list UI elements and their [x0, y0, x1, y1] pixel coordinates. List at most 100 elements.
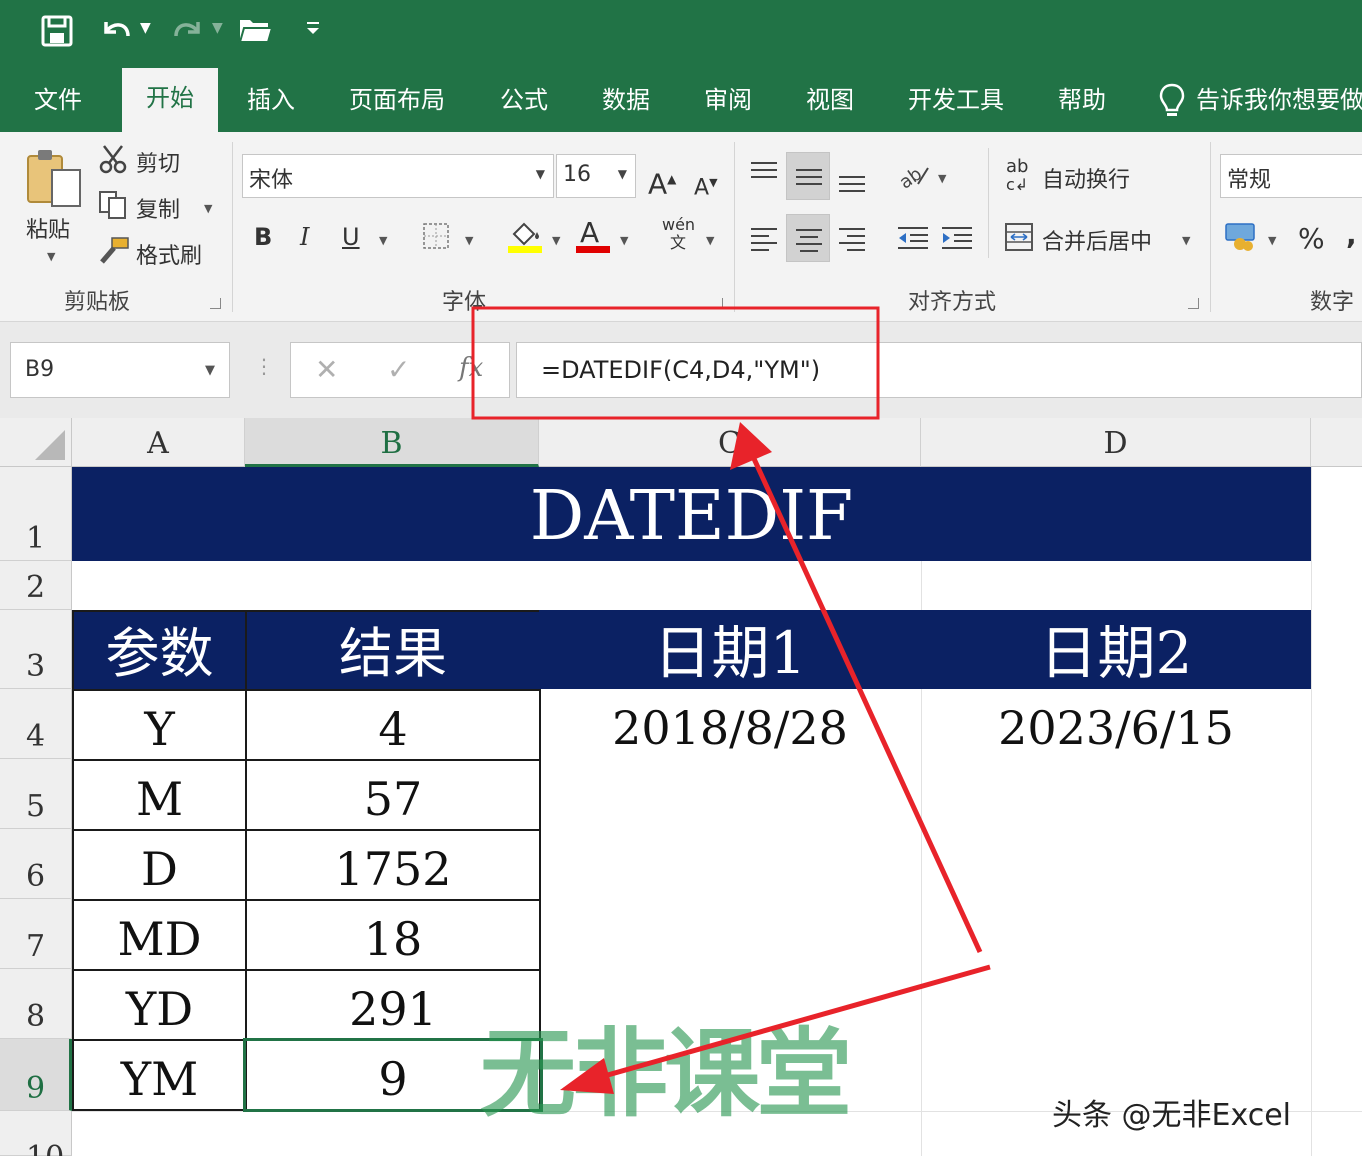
- customize-icon[interactable]: [306, 20, 320, 40]
- column-header-b[interactable]: B: [245, 418, 539, 467]
- param-cell-d[interactable]: D: [72, 829, 247, 901]
- formula-input[interactable]: =DATEDIF(C4,D4,"YM"): [516, 342, 1362, 398]
- result-cell-y[interactable]: 4: [245, 689, 541, 761]
- result-cell-d[interactable]: 1752: [245, 829, 541, 901]
- wrap-text-icon[interactable]: ab c↲: [1006, 158, 1028, 194]
- open-folder-icon[interactable]: [238, 14, 274, 55]
- save-icon[interactable]: [40, 14, 74, 57]
- italic-button[interactable]: I: [300, 222, 309, 252]
- merge-center-label[interactable]: 合并后居中: [1042, 224, 1152, 256]
- orientation-dropdown-icon[interactable]: ▼: [938, 172, 946, 185]
- paste-icon[interactable]: [24, 148, 84, 217]
- column-header-a[interactable]: A: [72, 418, 245, 467]
- title-banner[interactable]: DATEDIF: [72, 467, 1311, 561]
- tell-me-search[interactable]: 告诉我你想要做: [1196, 80, 1362, 120]
- date2-cell[interactable]: 2023/6/15: [921, 696, 1311, 760]
- font-color-dropdown-icon[interactable]: ▼: [620, 234, 628, 247]
- row-header-7[interactable]: 7: [0, 899, 72, 969]
- font-size-select[interactable]: 16 ▼: [556, 154, 636, 198]
- paste-label[interactable]: 粘贴: [26, 212, 70, 244]
- tab-help[interactable]: 帮助: [1058, 80, 1106, 120]
- enter-icon[interactable]: ✓: [387, 353, 410, 386]
- tab-home[interactable]: 开始: [122, 68, 218, 132]
- row-header-8[interactable]: 8: [0, 969, 72, 1039]
- align-bottom-button[interactable]: [830, 152, 874, 200]
- align-center-button[interactable]: [786, 214, 830, 262]
- copy-icon[interactable]: [98, 190, 128, 227]
- param-cell-ym[interactable]: YM: [72, 1039, 247, 1111]
- insert-function-icon[interactable]: fx: [459, 353, 483, 383]
- border-dropdown-icon[interactable]: ▼: [465, 234, 473, 247]
- decrease-indent-icon[interactable]: [896, 224, 930, 259]
- tab-insert[interactable]: 插入: [247, 80, 295, 120]
- row-header-3[interactable]: 3: [0, 610, 72, 689]
- align-left-button[interactable]: [742, 214, 786, 262]
- phonetic-dropdown-icon[interactable]: ▼: [706, 234, 714, 247]
- border-icon[interactable]: [422, 222, 450, 257]
- tab-formulas[interactable]: 公式: [500, 80, 548, 120]
- header-cell-date2[interactable]: 日期2: [921, 610, 1311, 689]
- cancel-icon[interactable]: ✕: [315, 353, 338, 386]
- row-header-9[interactable]: 9: [0, 1039, 72, 1111]
- tab-page-layout[interactable]: 页面布局: [349, 80, 445, 120]
- tab-review[interactable]: 审阅: [704, 80, 752, 120]
- orientation-icon[interactable]: ab: [896, 158, 930, 197]
- param-cell-yd[interactable]: YD: [72, 969, 247, 1041]
- row-header-6[interactable]: 6: [0, 829, 72, 899]
- tab-file[interactable]: 文件: [34, 80, 82, 120]
- tab-view[interactable]: 视图: [806, 80, 854, 120]
- result-cell-md[interactable]: 18: [245, 899, 541, 971]
- row-header-4[interactable]: 4: [0, 689, 72, 759]
- header-cell-param[interactable]: 参数: [72, 610, 247, 691]
- merge-center-icon[interactable]: [1004, 222, 1034, 259]
- more-icon[interactable]: ⋮: [254, 354, 274, 378]
- font-launcher-icon[interactable]: [712, 298, 723, 309]
- underline-dropdown-icon[interactable]: ▼: [379, 234, 387, 247]
- name-box[interactable]: B9 ▼: [10, 342, 230, 398]
- select-all-button[interactable]: [0, 418, 72, 467]
- row-header-2[interactable]: 2: [0, 561, 72, 610]
- column-header-c[interactable]: C: [539, 418, 921, 467]
- param-cell-md[interactable]: MD: [72, 899, 247, 971]
- bold-button[interactable]: B: [254, 222, 272, 252]
- row-header-10[interactable]: 10: [0, 1111, 72, 1156]
- percent-button[interactable]: %: [1298, 224, 1325, 254]
- copy-dropdown-icon[interactable]: ▼: [204, 202, 212, 215]
- accounting-format-icon[interactable]: [1224, 220, 1260, 259]
- undo-icon[interactable]: [98, 14, 134, 57]
- column-header-d[interactable]: D: [921, 418, 1311, 467]
- align-right-button[interactable]: [830, 214, 874, 262]
- row-header-1[interactable]: 1: [0, 467, 72, 561]
- fill-color-icon[interactable]: [508, 218, 542, 261]
- align-middle-button[interactable]: [786, 152, 830, 200]
- underline-button[interactable]: U: [342, 222, 360, 252]
- undo-dropdown-icon[interactable]: ▼: [140, 20, 151, 36]
- number-format-select[interactable]: 常规: [1220, 154, 1362, 198]
- increase-indent-icon[interactable]: [940, 224, 974, 259]
- alignment-launcher-icon[interactable]: [1188, 298, 1199, 309]
- decrease-font-icon[interactable]: A▼: [694, 168, 718, 203]
- header-cell-date1[interactable]: 日期1: [539, 610, 921, 689]
- merge-dropdown-icon[interactable]: ▼: [1182, 234, 1190, 247]
- copy-label[interactable]: 复制: [136, 192, 180, 224]
- param-cell-y[interactable]: Y: [72, 689, 247, 761]
- fill-color-dropdown-icon[interactable]: ▼: [552, 234, 560, 247]
- paste-dropdown-icon[interactable]: ▼: [47, 250, 55, 263]
- align-top-button[interactable]: [742, 152, 786, 200]
- comma-button[interactable]: ,: [1346, 220, 1357, 250]
- param-cell-m[interactable]: M: [72, 759, 247, 831]
- accounting-dropdown-icon[interactable]: ▼: [1268, 234, 1276, 247]
- increase-font-icon[interactable]: A▲: [648, 164, 676, 199]
- format-painter-label[interactable]: 格式刷: [136, 238, 202, 270]
- cut-icon[interactable]: [98, 144, 128, 181]
- clipboard-launcher-icon[interactable]: [210, 298, 221, 309]
- tab-developer[interactable]: 开发工具: [908, 80, 1004, 120]
- format-painter-icon[interactable]: [98, 236, 130, 273]
- font-color-icon[interactable]: A: [576, 216, 610, 261]
- date1-cell[interactable]: 2018/8/28: [539, 696, 921, 760]
- result-cell-m[interactable]: 57: [245, 759, 541, 831]
- column-header-e[interactable]: [1311, 418, 1362, 467]
- font-name-select[interactable]: 宋体 ▼: [242, 154, 554, 198]
- cut-label[interactable]: 剪切: [136, 146, 180, 178]
- tab-data[interactable]: 数据: [602, 80, 650, 120]
